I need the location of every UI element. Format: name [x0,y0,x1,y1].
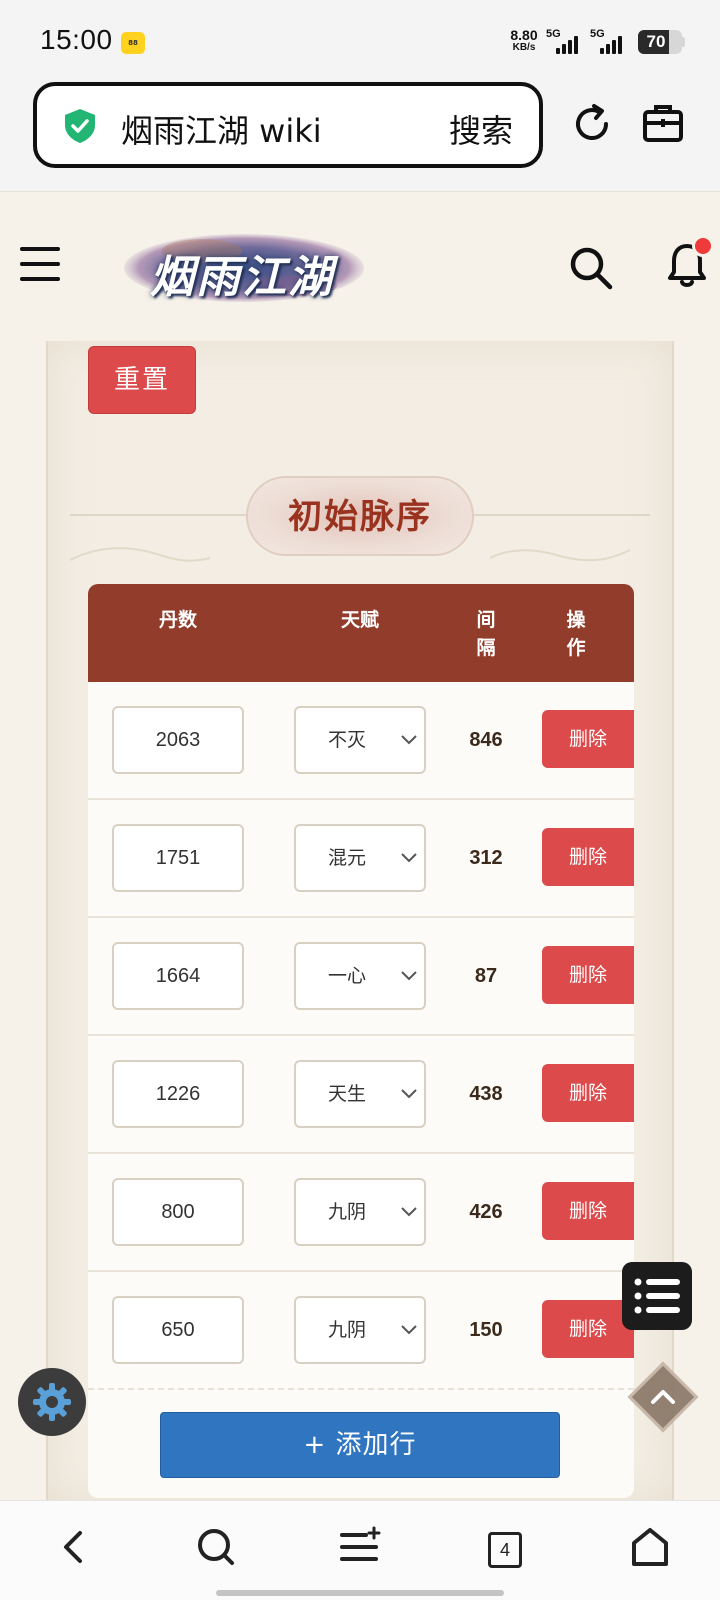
delete-button[interactable]: 删除 [542,1182,634,1240]
add-row-button[interactable]: + 添加行 [160,1412,560,1478]
chevron-down-icon [401,853,417,863]
column-header-action: 操 作 [566,609,586,659]
section-divider-right [470,514,650,516]
chevron-down-icon [401,1089,417,1099]
decorative-wave-right [490,549,630,562]
notification-dot [692,235,714,257]
address-bar[interactable]: 烟雨江湖 wiki 搜索 [33,82,543,168]
tabs-button[interactable]: 4 [488,1532,522,1568]
column-header-qty: 丹数 [158,609,197,631]
talent-select[interactable]: 一心 [294,942,426,1010]
delete-button[interactable]: 删除 [542,946,634,1004]
qty-input[interactable]: 800 [112,1178,244,1246]
talent-select[interactable]: 混元 [294,824,426,892]
qty-input[interactable]: 1751 [112,824,244,892]
table-of-contents-button[interactable] [622,1262,692,1330]
interval-value: 87 [474,965,498,987]
gear-icon [33,1383,71,1421]
talent-select-value: 九阴 [328,1319,367,1341]
talent-select[interactable]: 九阴 [294,1296,426,1364]
interval-value: 312 [469,847,503,869]
delete-button[interactable]: 删除 [542,1064,634,1122]
qty-input[interactable]: 2063 [112,706,244,774]
notification-app-icon: 88 [121,32,145,54]
table-row: 800 九阴 426 删除 [88,1154,634,1272]
menu-sparkle-icon[interactable] [338,1525,382,1569]
chevron-up-icon [651,1390,675,1404]
chevron-down-icon [401,1207,417,1217]
chevron-down-icon [401,735,417,745]
search-link[interactable]: 搜索 [449,106,513,152]
list-icon [634,1278,680,1314]
signal-icon: 5G [546,28,586,54]
table-header: 丹数 天赋 间 隔 操 作 [88,584,634,682]
delete-button[interactable]: 删除 [542,1300,634,1358]
site-header: 烟雨江湖 [0,193,720,341]
talent-select[interactable]: 天生 [294,1060,426,1128]
browser-toolbar: 烟雨江湖 wiki 搜索 [0,80,720,192]
hamburger-menu-icon[interactable] [20,247,60,281]
interval-value: 846 [469,729,503,751]
signal-label-2: 5G [590,28,605,40]
settings-button[interactable] [18,1368,86,1436]
table-row: 650 九阴 150 删除 [88,1272,634,1390]
talent-select-value: 混元 [328,847,367,869]
talent-select-value: 天生 [328,1083,367,1105]
reload-icon[interactable] [570,102,614,146]
back-icon[interactable] [52,1525,96,1569]
table-row: 1751 混元 312 删除 [88,800,634,918]
status-time: 15:00 [40,24,113,55]
table-row: 1226 天生 438 删除 [88,1036,634,1154]
decorative-wave-left [70,547,210,562]
qty-input[interactable]: 650 [112,1296,244,1364]
interval-value: 438 [469,1083,503,1105]
talent-select[interactable]: 不灭 [294,706,426,774]
chevron-down-icon [401,1325,417,1335]
qty-input[interactable]: 1226 [112,1060,244,1128]
section-divider-left [70,514,250,516]
table-row: 1664 一心 87 删除 [88,918,634,1036]
pulse-order-table: 丹数 天赋 间 隔 操 作 2063 不灭 846 删除 1751 混元 312… [88,584,634,1498]
column-header-interval: 间 隔 [476,609,496,659]
talent-select-value: 一心 [328,965,367,987]
home-icon[interactable] [628,1525,672,1569]
reset-button[interactable]: 重置 [88,346,196,414]
shield-check-icon [65,109,95,143]
battery-icon: 70 [638,30,682,54]
column-header-talent: 天赋 [340,609,379,631]
browser-bottom-nav [0,1500,720,1600]
battery-level: 70 [646,32,666,51]
delete-button[interactable]: 删除 [542,710,634,768]
url-title: 烟雨江湖 wiki [121,112,322,150]
home-indicator[interactable] [216,1590,504,1596]
interval-value: 150 [469,1319,503,1341]
talent-select-value: 九阴 [328,1201,367,1223]
network-speed: 8.80 KB/s [506,28,542,54]
search-icon[interactable] [194,1525,238,1569]
toolbox-icon[interactable] [642,102,684,144]
table-row: 2063 不灭 846 删除 [88,682,634,800]
talent-select[interactable]: 九阴 [294,1178,426,1246]
qty-input[interactable]: 1664 [112,942,244,1010]
network-speed-unit: KB/s [512,42,536,53]
signal-label: 5G [546,28,561,40]
section-title: 初始脉序 [246,476,474,556]
signal-icon-2: 5G [590,28,630,54]
status-bar: 15:00 88 8.80 KB/s 5G 5G 70 [0,0,720,80]
network-speed-value: 8.80 [510,27,538,43]
logo-text: 烟雨江湖 [150,252,334,303]
chevron-down-icon [401,971,417,981]
talent-select-value: 不灭 [328,729,367,751]
delete-button[interactable]: 删除 [542,828,634,886]
search-icon[interactable] [568,245,614,291]
interval-value: 426 [469,1201,503,1223]
